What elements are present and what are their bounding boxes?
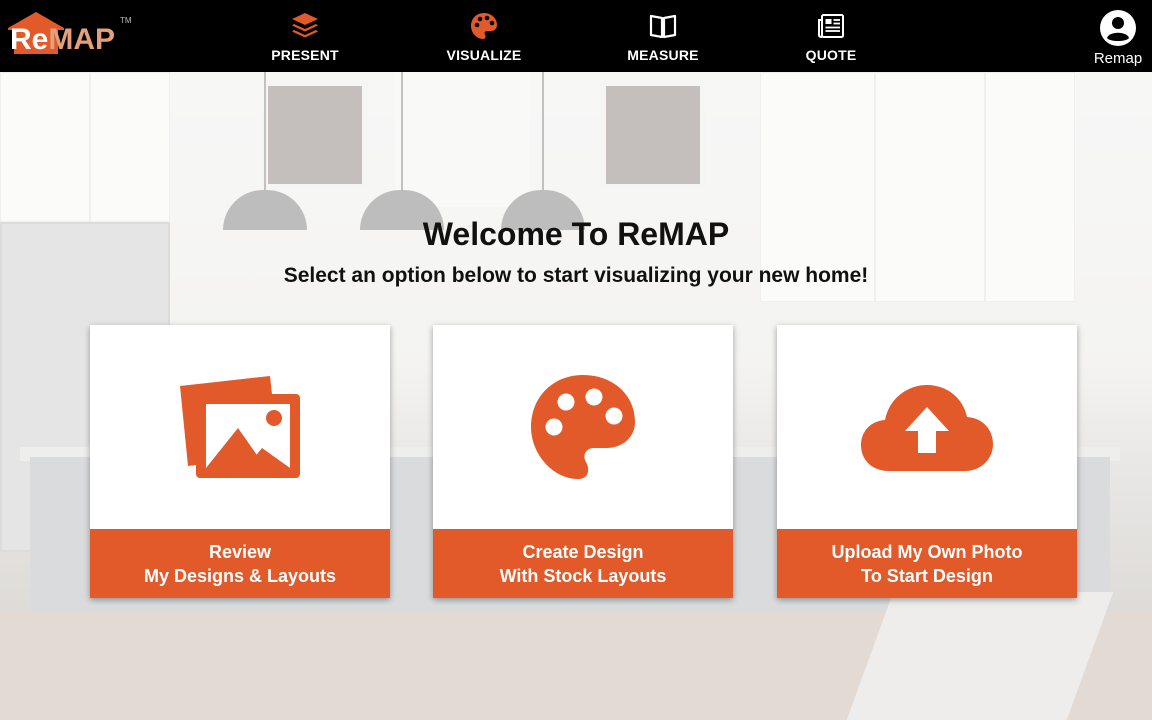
user-avatar-icon [1100,10,1136,46]
upload-card-line1: Upload My Own Photo [831,541,1023,562]
nav-present[interactable]: PRESENT [245,0,365,72]
newspaper-icon [818,14,844,38]
review-designs-card[interactable]: Review My Designs & Layouts [90,325,390,598]
palette-icon [531,375,635,479]
welcome-subtitle: Select an option below to start visualiz… [283,264,869,287]
welcome-title: Welcome To ReMAP [422,216,730,252]
logo-text-map: MAP [48,23,116,56]
review-card-line2: My Designs & Layouts [143,565,337,586]
nav-quote[interactable]: QUOTE [771,0,891,72]
upload-card-footer[interactable]: Upload My Own Photo To Start Design [777,529,1077,598]
upload-card-line2: To Start Design [861,565,993,586]
card-icon-area [90,325,390,529]
palette-icon [471,13,497,39]
open-book-icon [649,14,677,39]
nav-present-label: PRESENT [271,47,339,63]
top-navigation-bar: ReMAP TM PRESENT VISUALIZE MEASURE QUOTE… [0,0,1152,72]
card-icon-area [433,325,733,529]
nav-visualize[interactable]: VISUALIZE [424,0,544,72]
review-card-footer[interactable]: Review My Designs & Layouts [90,529,390,598]
create-card-footer[interactable]: Create Design With Stock Layouts [433,529,733,598]
card-icon-area [777,325,1077,529]
logo-text-re: Re [10,23,49,56]
account-menu[interactable]: Remap [1084,0,1152,72]
nav-visualize-label: VISUALIZE [446,47,522,63]
logo-trademark: TM [120,16,132,25]
create-card-line1: Create Design [522,541,644,562]
create-card-line2: With Stock Layouts [499,565,667,586]
cloud-upload-icon [861,385,993,471]
photos-icon [180,376,300,478]
layers-icon [292,13,318,38]
account-label: Remap [1093,50,1143,67]
nav-measure-label: MEASURE [627,47,699,63]
remap-logo[interactable]: ReMAP TM [6,10,132,56]
logo-wordmark: ReMAP [10,24,115,56]
nav-quote-label: QUOTE [805,47,857,63]
upload-photo-card[interactable]: Upload My Own Photo To Start Design [777,325,1077,598]
create-design-card[interactable]: Create Design With Stock Layouts [433,325,733,598]
nav-measure[interactable]: MEASURE [603,0,723,72]
review-card-line1: Review [208,541,272,562]
